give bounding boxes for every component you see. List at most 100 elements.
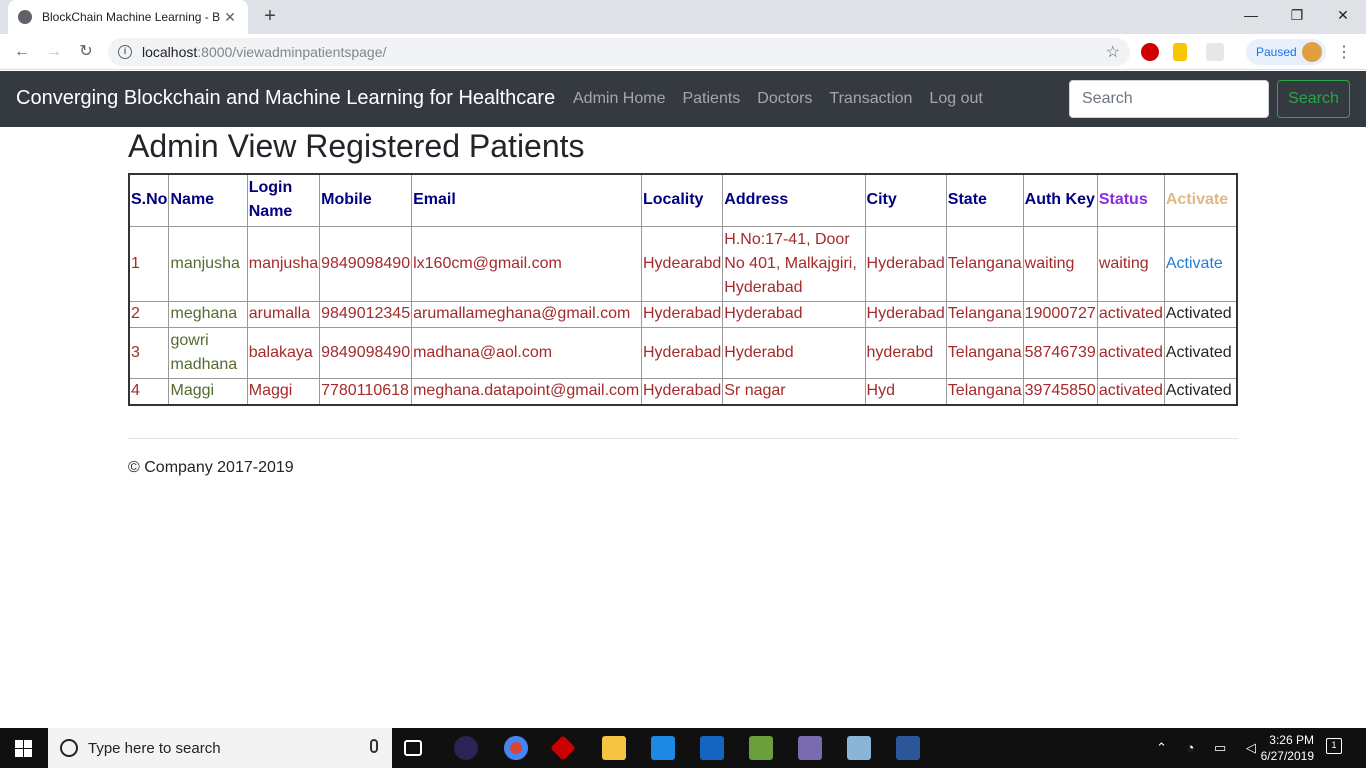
cell-address: Sr nagar (722, 377, 866, 406)
col-header-status: Status (1096, 173, 1165, 227)
new-tab-icon[interactable]: + (258, 4, 282, 28)
notification-icon[interactable]: 1 (1326, 738, 1342, 754)
cell-sno: 3 (128, 326, 170, 379)
footer-copyright: © Company 2017-2019 (128, 459, 294, 476)
cell-name: Maggi (168, 377, 248, 406)
patients-table: S.No Name Login Name Mobile Email Locali… (128, 173, 1238, 406)
nav-links: Admin Home Patients Doctors Transaction … (573, 90, 1000, 108)
activate-link[interactable]: Activate (1166, 255, 1223, 272)
cell-locality: Hyderabad (640, 326, 724, 379)
col-header-email: Email (411, 173, 642, 227)
file-explorer-icon[interactable] (602, 736, 626, 760)
search-button[interactable]: Search (1277, 80, 1350, 118)
cell-city: Hyderabad (864, 300, 947, 328)
browser-tab[interactable]: BlockChain Machine Learning - B ✕ (8, 0, 248, 34)
windows-taskbar: Type here to search ⌃ ◔ ▭ ◁ 3:26 PM 6/27… (0, 728, 1366, 768)
info-icon[interactable]: i (118, 45, 132, 59)
word-icon[interactable] (896, 736, 920, 760)
system-tray-icons[interactable]: ⌃ ◔ ▭ ◁ (1156, 740, 1264, 756)
cell-status: waiting (1096, 225, 1165, 302)
table-row: 2 meghana arumalla 9849012345 arumallame… (128, 300, 1238, 328)
cell-login-name: balakaya (246, 326, 321, 379)
profile-status: Paused (1256, 45, 1297, 59)
microphone-icon[interactable] (370, 739, 378, 753)
taskbar-search-box[interactable]: Type here to search (48, 728, 392, 768)
adblock-extension-icon[interactable] (1141, 43, 1159, 61)
cell-activate: Activated (1163, 326, 1238, 379)
forward-icon[interactable]: → (42, 40, 66, 64)
cell-city: Hyderabad (864, 225, 947, 302)
nav-doctors[interactable]: Doctors (757, 90, 812, 108)
nav-admin-home[interactable]: Admin Home (573, 90, 665, 108)
close-window-icon[interactable]: ✕ (1320, 0, 1366, 30)
cell-state: Telangana (945, 377, 1024, 406)
nav-transaction[interactable]: Transaction (829, 90, 912, 108)
cell-email: meghana.datapoint@gmail.com (411, 377, 642, 406)
avatar (1302, 42, 1322, 62)
col-header-locality: Locality (640, 173, 724, 227)
app-icon[interactable] (847, 736, 871, 760)
search-input[interactable] (1069, 80, 1269, 118)
cell-email: arumallameghana@gmail.com (411, 300, 642, 328)
minimize-icon[interactable]: — (1228, 0, 1274, 30)
cell-name: manjusha (168, 225, 248, 302)
address-bar[interactable]: i localhost:8000/viewadminpatientspage/ … (108, 38, 1130, 66)
table-row: 4 Maggi Maggi 7780110618 meghana.datapoi… (128, 377, 1238, 406)
cell-sno: 2 (128, 300, 170, 328)
cell-status: activated (1096, 377, 1165, 406)
close-tab-icon[interactable]: ✕ (222, 9, 238, 26)
extension-icon[interactable] (1206, 43, 1224, 61)
menu-dots-icon[interactable]: ⋮ (1336, 42, 1352, 62)
nav-log-out[interactable]: Log out (929, 90, 982, 108)
bookmark-star-icon[interactable]: ☆ (1106, 42, 1120, 62)
cell-mobile: 9849098490 (319, 326, 413, 379)
activated-label: Activated (1165, 305, 1232, 322)
app-red-icon[interactable] (550, 735, 576, 761)
taskbar-search-placeholder: Type here to search (88, 739, 221, 757)
col-header-state: State (945, 173, 1024, 227)
cell-mobile: 9849012345 (319, 300, 413, 328)
profile-button[interactable]: Paused (1246, 39, 1326, 65)
globe-icon (18, 10, 32, 24)
table-header-row: S.No Name Login Name Mobile Email Locali… (128, 173, 1238, 227)
site-navbar: Converging Blockchain and Machine Learni… (0, 71, 1366, 127)
table-row: 3 gowri madhana balakaya 9849098490 madh… (128, 326, 1238, 379)
cell-login-name: arumalla (246, 300, 321, 328)
cell-name: gowri madhana (168, 326, 248, 379)
cell-state: Telangana (945, 225, 1024, 302)
chrome-icon[interactable] (504, 736, 528, 760)
mysql-icon[interactable] (798, 736, 822, 760)
divider (128, 438, 1238, 439)
cell-login-name: Maggi (246, 377, 321, 406)
cell-auth-key: 19000727 (1022, 300, 1098, 328)
nav-patients[interactable]: Patients (682, 90, 740, 108)
cell-login-name: manjusha (246, 225, 321, 302)
task-view-icon[interactable] (404, 740, 422, 756)
cell-activate: Activate (1163, 225, 1238, 302)
clock[interactable]: 3:26 PM 6/27/2019 (1261, 732, 1314, 764)
col-header-address: Address (722, 173, 866, 227)
eclipse-icon[interactable] (454, 736, 478, 760)
navbar-brand[interactable]: Converging Blockchain and Machine Learni… (16, 87, 555, 110)
cell-city: hyderabd (864, 326, 947, 379)
cell-address: H.No:17-41, Door No 401, Malkajgiri, Hyd… (722, 225, 866, 302)
col-header-name: Name (168, 173, 248, 227)
cell-mobile: 7780110618 (319, 377, 413, 406)
col-header-auth-key: Auth Key (1022, 173, 1098, 227)
vscode-icon[interactable] (651, 736, 675, 760)
notepad-plus-icon[interactable] (749, 736, 773, 760)
reload-icon[interactable]: ↻ (74, 40, 98, 64)
vscode-insiders-icon[interactable] (700, 736, 724, 760)
clock-date: 6/27/2019 (1260, 749, 1314, 763)
col-header-login-name: Login Name (246, 173, 321, 227)
cell-activate: Activated (1163, 377, 1238, 406)
lightning-extension-icon[interactable] (1173, 43, 1187, 61)
cell-city: Hyd (864, 377, 947, 406)
cell-auth-key: 39745850 (1022, 377, 1098, 406)
restore-icon[interactable]: ❐ (1274, 0, 1320, 30)
cell-activate: Activated (1163, 300, 1238, 328)
back-icon[interactable]: ← (10, 40, 34, 64)
cell-auth-key: waiting (1022, 225, 1098, 302)
url-host: localhost (142, 44, 198, 60)
windows-start-icon[interactable] (0, 728, 48, 768)
